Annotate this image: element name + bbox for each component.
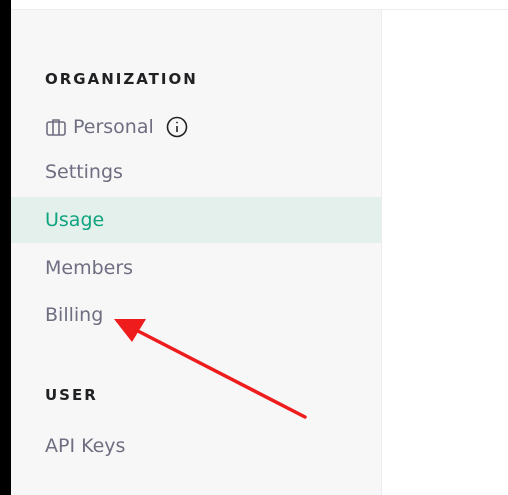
sidebar-item-billing[interactable]: Billing	[11, 292, 381, 338]
page: ORGANIZATION Personal Settings Usage Mem…	[0, 0, 508, 495]
briefcase-icon	[45, 117, 67, 137]
info-icon[interactable]	[166, 116, 188, 138]
user-heading: USER	[45, 386, 98, 404]
sidebar-item-members[interactable]: Members	[11, 245, 381, 291]
window-edge	[0, 0, 11, 495]
sidebar-item-settings[interactable]: Settings	[11, 149, 381, 195]
org-switcher-personal[interactable]: Personal	[11, 104, 381, 150]
sidebar-item-api-keys[interactable]: API Keys	[11, 423, 381, 469]
organization-heading: ORGANIZATION	[45, 70, 198, 88]
org-switcher-label: Personal	[73, 116, 154, 138]
main-content	[382, 10, 508, 495]
sidebar-item-usage[interactable]: Usage	[11, 197, 381, 243]
